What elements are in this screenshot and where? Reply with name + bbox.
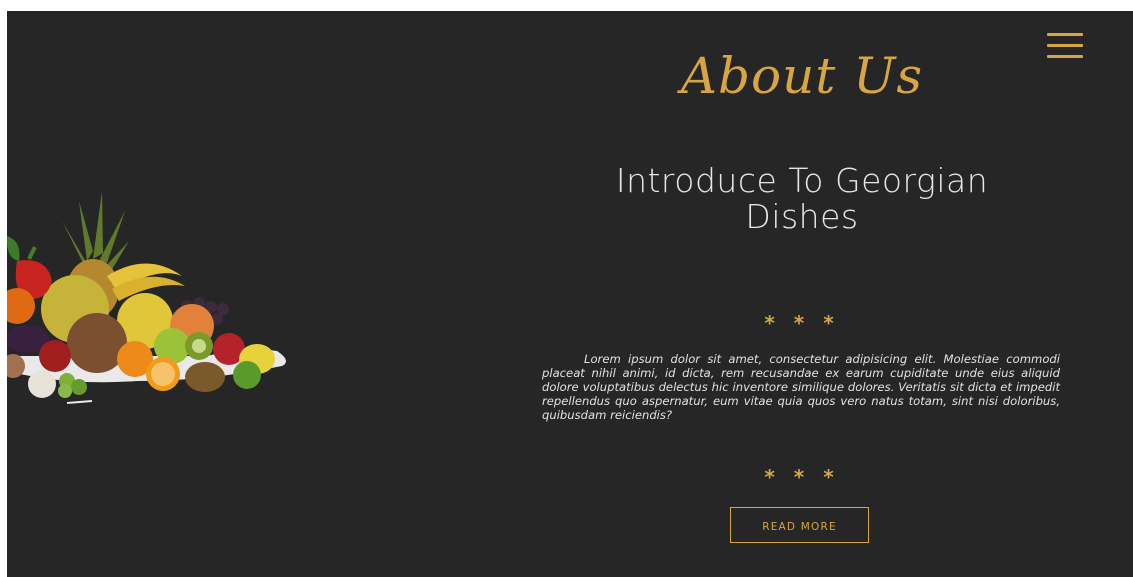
decorative-stars-bottom: * * * xyxy=(764,465,840,489)
menu-bar xyxy=(1047,33,1083,36)
read-more-button[interactable]: READ MORE xyxy=(730,507,869,543)
section-title: About Us xyxy=(680,47,924,105)
decorative-stars-top: * * * xyxy=(764,311,840,335)
fruit-platter-image xyxy=(7,191,286,404)
about-section: About Us Introduce To Georgian Dishes * … xyxy=(7,11,1133,577)
section-description: Lorem ipsum dolor sit amet, consectetur … xyxy=(542,352,1060,422)
menu-bar xyxy=(1047,44,1083,47)
section-heading: Introduce To Georgian Dishes xyxy=(615,161,989,236)
